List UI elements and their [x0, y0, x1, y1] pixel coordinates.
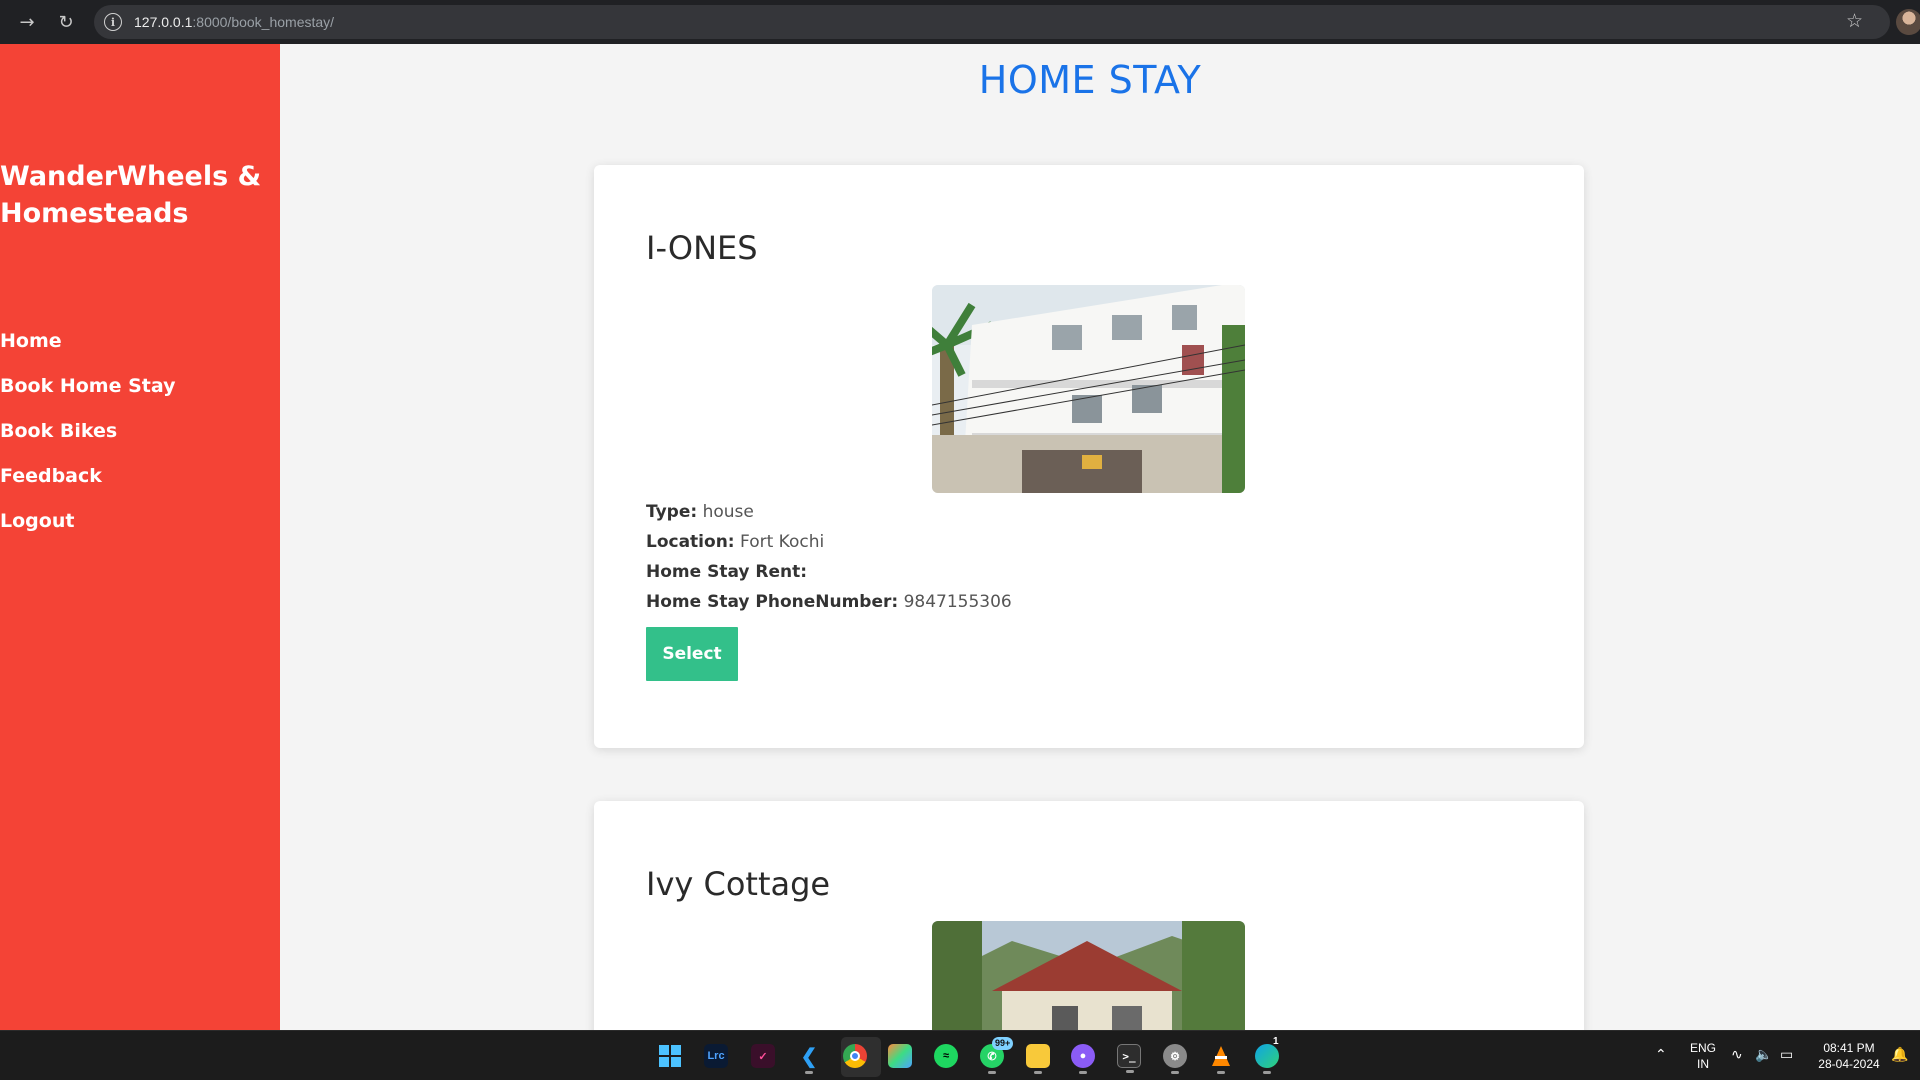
taskbar: Lrc ✓ ❮ ≈ ✆ 99+ ● >_ ⚙ 1 ⌃ ENG IN ∿ 🔈 ▭ 08…: [0, 1030, 1920, 1080]
running-indicator: [1126, 1070, 1134, 1073]
sidebar-item-book-home-stay[interactable]: Book Home Stay: [0, 364, 175, 409]
reload-icon[interactable]: ↻: [54, 10, 78, 34]
sidebar-item-feedback[interactable]: Feedback: [0, 454, 175, 499]
running-indicator: [988, 1071, 996, 1074]
forward-arrow-icon[interactable]: →: [15, 10, 39, 34]
homestay-card: Ivy Cottage: [594, 801, 1584, 1030]
figma-icon[interactable]: [888, 1044, 912, 1068]
file-explorer-icon[interactable]: [1026, 1044, 1050, 1074]
edge-badge: 1: [1273, 1036, 1279, 1047]
language-indicator[interactable]: ENG IN: [1688, 1040, 1718, 1072]
chrome-icon[interactable]: [843, 1044, 867, 1068]
lightroom-icon[interactable]: Lrc: [704, 1044, 728, 1068]
brand-title: WanderWheels & Homesteads: [0, 161, 262, 229]
spotify-icon[interactable]: ≈: [934, 1044, 958, 1068]
phone-value: 9847155306: [903, 592, 1012, 612]
running-indicator: [1217, 1071, 1225, 1074]
location-row: Location: Fort Kochi: [646, 527, 1012, 557]
homestay-name: Ivy Cottage: [646, 865, 831, 903]
type-label: Type:: [646, 502, 698, 522]
rent-row: Home Stay Rent:: [646, 557, 1012, 587]
address-bar[interactable]: i 127.0.0.1:8000/book_homestay/: [94, 5, 1890, 39]
running-indicator: [805, 1071, 813, 1074]
vlc-icon[interactable]: [1209, 1044, 1233, 1074]
phone-label: Home Stay PhoneNumber:: [646, 592, 899, 612]
region-code: IN: [1697, 1057, 1709, 1071]
url-text[interactable]: 127.0.0.1:8000/book_homestay/: [134, 14, 334, 30]
profile-avatar[interactable]: [1896, 9, 1920, 35]
language-code: ENG: [1689, 1041, 1716, 1055]
sidebar-item-home[interactable]: Home: [0, 319, 175, 364]
location-value: Fort Kochi: [740, 532, 825, 552]
settings-gear-icon[interactable]: ⚙: [1163, 1044, 1187, 1074]
rent-label: Home Stay Rent:: [646, 562, 808, 582]
homestay-photo: [932, 921, 1245, 1030]
homestay-photo: [932, 285, 1245, 493]
type-value: house: [702, 502, 754, 522]
running-indicator: [1171, 1071, 1179, 1074]
wifi-icon[interactable]: ∿: [1731, 1047, 1743, 1063]
clock-time: 08:41 PM: [1823, 1041, 1875, 1055]
battery-icon[interactable]: ▭: [1780, 1047, 1793, 1063]
whatsapp-icon[interactable]: ✆ 99+: [980, 1037, 1014, 1074]
whatsapp-badge: 99+: [992, 1037, 1014, 1050]
volume-icon[interactable]: 🔈: [1755, 1047, 1772, 1063]
github-desktop-icon[interactable]: ●: [1071, 1044, 1095, 1074]
type-row: Type: house: [646, 497, 1012, 527]
vscode-icon[interactable]: ❮: [797, 1044, 821, 1074]
sidebar: WanderWheels & Homesteads Home Book Home…: [0, 44, 280, 1030]
sidebar-nav: Home Book Home Stay Book Bikes Feedback …: [0, 319, 175, 544]
browser-toolbar: → ↻ i 127.0.0.1:8000/book_homestay/ ☆: [0, 0, 1920, 44]
edge-icon[interactable]: 1: [1255, 1036, 1279, 1074]
running-indicator: [1263, 1071, 1271, 1074]
notification-bell-icon[interactable]: 🔔: [1891, 1047, 1908, 1063]
homestay-card: I-ONES Type: house Location: Fort Kochi …: [594, 165, 1584, 748]
terminal-icon[interactable]: >_: [1117, 1044, 1141, 1073]
chevron-up-icon[interactable]: ⌃: [1655, 1047, 1667, 1063]
location-label: Location:: [646, 532, 735, 552]
select-button[interactable]: Select: [646, 627, 738, 681]
bookmark-star-icon[interactable]: ☆: [1846, 10, 1863, 32]
clock[interactable]: 08:41 PM 28-04-2024: [1812, 1040, 1886, 1072]
intellij-icon[interactable]: ✓: [751, 1044, 775, 1068]
main-content: HOME STAY I-ONES Type: house Location: F…: [280, 44, 1920, 1030]
clock-date: 28-04-2024: [1818, 1057, 1880, 1071]
homestay-details: Type: house Location: Fort Kochi Home St…: [646, 497, 1012, 617]
sidebar-item-logout[interactable]: Logout: [0, 499, 175, 544]
page-title: HOME STAY: [978, 58, 1202, 102]
running-indicator: [1034, 1071, 1042, 1074]
info-icon[interactable]: i: [104, 13, 122, 31]
running-indicator: [1079, 1071, 1087, 1074]
phone-row: Home Stay PhoneNumber: 9847155306: [646, 587, 1012, 617]
homestay-name: I-ONES: [646, 229, 758, 267]
sidebar-item-book-bikes[interactable]: Book Bikes: [0, 409, 175, 454]
windows-start-icon[interactable]: [658, 1044, 682, 1068]
